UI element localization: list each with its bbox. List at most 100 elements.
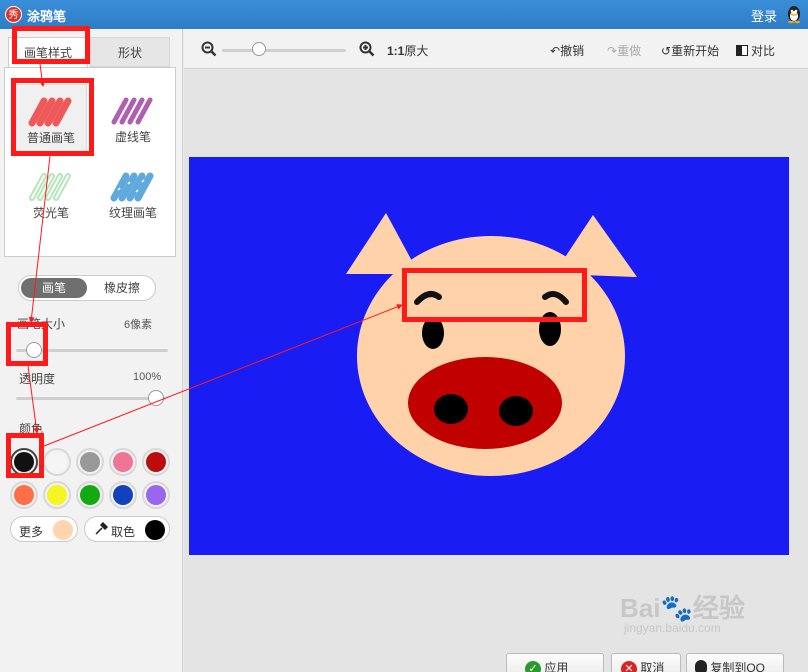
qq-small-icon (695, 660, 707, 672)
brush-style-label: 荧光笔 (32, 206, 69, 220)
app-logo-icon: 秀 (5, 6, 22, 23)
color-swatch[interactable] (142, 481, 170, 509)
normal-brush-icon (28, 97, 72, 127)
pig-left-nostril (434, 394, 468, 424)
opacity-value: 100% (133, 371, 162, 383)
color-swatch[interactable] (43, 481, 71, 509)
tab-shape[interactable]: 形状 (90, 37, 170, 67)
more-colors-label: 更多 (19, 525, 44, 539)
pick-color-button[interactable]: 取色 (84, 516, 170, 542)
color-swatch[interactable] (43, 448, 71, 476)
watermark-url: jingyan.baidu.com (624, 621, 721, 635)
opacity-slider[interactable] (16, 397, 166, 400)
baidu-watermark: Bai🐾经验 (620, 588, 745, 625)
brush-style-label: 纹理画笔 (108, 206, 157, 220)
zoom-slider-thumb[interactable] (252, 42, 266, 56)
watermark-paw-icon: 🐾 (660, 593, 693, 623)
cancel-label: 取消 (640, 661, 665, 672)
color-swatch-fill (47, 485, 67, 505)
color-label: 颜色 (19, 422, 44, 436)
color-swatch-fill (14, 452, 34, 472)
copy-to-qq-label: 复制到QQ (710, 661, 766, 672)
pig-left-eye (422, 317, 444, 349)
brush-style-label: 普通画笔 (26, 131, 75, 145)
restart-button[interactable]: ↺重新开始 (661, 42, 719, 59)
pig-right-nostril (499, 396, 533, 426)
zoom-out-icon[interactable] (201, 41, 217, 57)
color-swatch[interactable] (76, 481, 104, 509)
color-swatch-fill (47, 452, 67, 472)
brush-size-label: 画笔大小 (17, 317, 66, 331)
compare-label: 对比 (751, 44, 776, 58)
pig-drawing (346, 213, 637, 476)
color-swatch-fill (14, 485, 34, 505)
opacity-label: 透明度 (19, 372, 56, 386)
apply-button[interactable]: ✓ 应用 (506, 653, 604, 672)
apply-label: 应用 (544, 661, 569, 672)
restart-label: 重新开始 (671, 44, 720, 58)
opacity-slider-thumb[interactable] (148, 390, 164, 406)
more-colors-button[interactable]: 更多 (10, 516, 78, 542)
cancel-button[interactable]: ✕ 取消 (611, 653, 681, 672)
brush-size-slider-thumb[interactable] (26, 342, 42, 358)
canvas-area: 1:1原大 ↶撤销 ↷重做 ↺重新开始 对比 Bai🐾经验 jingyan.ba… (184, 29, 808, 672)
watermark-brand: Bai (620, 593, 661, 623)
brush-style-list: 普通画笔 虚线笔 荧光笔 纹理画笔 (4, 67, 176, 257)
color-swatch-fill (146, 485, 166, 505)
color-swatch[interactable] (109, 448, 137, 476)
redo-button[interactable]: ↷重做 (607, 42, 641, 59)
zoom-slider[interactable] (222, 49, 346, 52)
more-colors-swatch (53, 520, 73, 540)
undo-label: 撤销 (560, 44, 585, 58)
copy-to-qq-button[interactable]: 复制到QQ (686, 653, 784, 672)
brush-style-texture[interactable]: 纹理画笔 (97, 160, 169, 230)
drawing-canvas[interactable] (189, 157, 789, 555)
tab-brush-style[interactable]: 画笔样式 (8, 37, 88, 67)
color-swatch[interactable] (10, 481, 38, 509)
color-swatch-fill (80, 452, 100, 472)
color-swatch[interactable] (76, 448, 104, 476)
highlighter-brush-icon (29, 173, 71, 201)
eyedropper-icon (95, 522, 108, 535)
pig-right-eye (539, 312, 561, 346)
color-swatch[interactable] (10, 448, 38, 476)
cancel-icon: ✕ (621, 661, 637, 672)
brush-style-highlighter[interactable]: 荧光笔 (15, 160, 87, 230)
original-size-button[interactable]: 1:1原大 (387, 42, 428, 59)
tool-panel: 画笔样式 形状 普通画笔 虚线笔 荧光笔 纹理画笔 画笔 橡皮擦 画笔大小 6像… (0, 29, 183, 672)
undo-button[interactable]: ↶撤销 (550, 42, 584, 59)
check-icon: ✓ (525, 661, 541, 672)
original-size-label: 原大 (404, 44, 429, 58)
redo-label: 重做 (617, 44, 642, 58)
compare-button[interactable]: 对比 (736, 42, 775, 59)
qq-penguin-icon[interactable] (784, 4, 804, 24)
window-title: 涂鸦笔 (27, 9, 67, 24)
color-swatch-fill (113, 452, 133, 472)
color-swatch-fill (113, 485, 133, 505)
brush-style-normal[interactable]: 普通画笔 (15, 84, 87, 154)
texture-brush-icon (110, 172, 154, 202)
compare-icon (736, 45, 748, 56)
brush-style-label: 虚线笔 (114, 130, 151, 144)
pick-color-label: 取色 (111, 525, 136, 539)
pick-color-swatch (145, 520, 165, 540)
undo-icon: ↶ (550, 44, 561, 58)
watermark-brand-2: 经验 (692, 593, 745, 623)
pig-snout (408, 357, 562, 449)
title-bar: 秀 涂鸦笔 登录 (0, 0, 808, 29)
color-swatch-fill (80, 485, 100, 505)
zoom-ratio-text: 1:1 (387, 44, 405, 58)
color-swatch[interactable] (109, 481, 137, 509)
color-swatch-fill (146, 452, 166, 472)
canvas-toolbar: 1:1原大 ↶撤销 ↷重做 ↺重新开始 对比 (184, 29, 808, 69)
login-link[interactable]: 登录 (751, 6, 777, 25)
brush-size-value: 6像素 (124, 319, 153, 331)
mode-brush-button[interactable]: 画笔 (21, 278, 87, 298)
restart-icon: ↺ (661, 44, 672, 58)
zoom-in-icon[interactable] (359, 41, 375, 57)
dashed-brush-icon (111, 97, 153, 125)
mode-eraser-button[interactable]: 橡皮擦 (89, 278, 155, 298)
redo-icon: ↷ (607, 44, 618, 58)
color-swatch[interactable] (142, 448, 170, 476)
brush-style-dashed[interactable]: 虚线笔 (97, 84, 169, 154)
